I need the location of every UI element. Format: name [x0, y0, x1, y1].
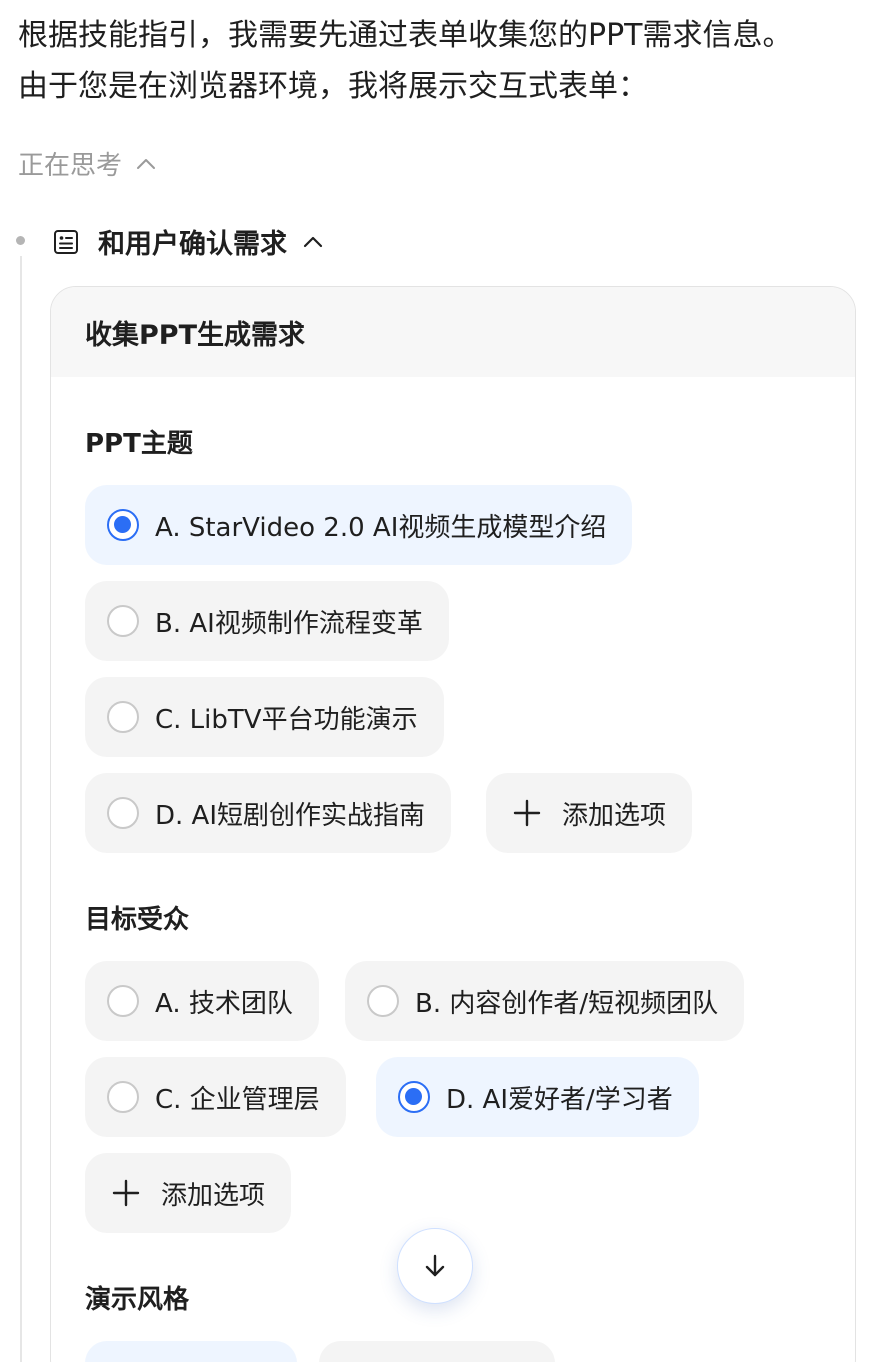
step-label: 和用户确认需求 [98, 229, 287, 260]
arrow-down-icon [425, 1254, 445, 1277]
radio-unselected[interactable] [107, 985, 139, 1017]
chevron-up-icon [303, 236, 323, 247]
step-header-toggle[interactable]: 和用户确认需求 [52, 222, 325, 261]
radio-selected[interactable] [107, 509, 139, 541]
radio-unselected[interactable] [107, 797, 139, 829]
style-option-partial[interactable] [85, 1341, 297, 1362]
thinking-label: 正在思考 [18, 151, 123, 181]
plus-icon [513, 799, 541, 827]
option-label: D. AI短剧创作实战指南 [155, 800, 426, 831]
section-title-style: 演示风格 [85, 1285, 190, 1315]
form-icon [54, 229, 78, 254]
radio-selected[interactable] [398, 1081, 430, 1113]
audience-option-a[interactable]: A. 技术团队 [85, 961, 319, 1041]
add-option-label: 添加选项 [562, 800, 667, 831]
requirements-form-card: 收集PPT生成需求 PPT主题 A. StarVideo 2.0 AI视频生成模… [50, 286, 856, 1362]
intro-text: 根据技能指引，我需要先通过表单收集您的PPT需求信息。由于您是在浏览器环境，我将… [18, 18, 793, 104]
option-label: B. AI视频制作流程变革 [155, 608, 423, 639]
option-label: C. 企业管理层 [155, 1084, 320, 1115]
plus-icon [112, 1179, 140, 1207]
topic-option-b[interactable]: B. AI视频制作流程变革 [85, 581, 449, 661]
topic-add-option-button[interactable]: 添加选项 [486, 773, 693, 853]
audience-option-b[interactable]: B. 内容创作者/短视频团队 [345, 961, 745, 1041]
topic-option-a[interactable]: A. StarVideo 2.0 AI视频生成模型介绍 [85, 485, 633, 565]
audience-option-c[interactable]: C. 企业管理层 [85, 1057, 346, 1137]
radio-unselected[interactable] [367, 985, 399, 1017]
topic-option-c[interactable]: C. LibTV平台功能演示 [85, 677, 444, 757]
thinking-toggle[interactable]: 正在思考 [18, 145, 158, 182]
style-option-partial[interactable] [319, 1341, 555, 1362]
option-label: A. StarVideo 2.0 AI视频生成模型介绍 [155, 512, 607, 543]
section-title-topic: PPT主题 [85, 429, 193, 459]
option-label: D. AI爱好者/学习者 [446, 1084, 673, 1115]
radio-unselected[interactable] [107, 1081, 139, 1113]
add-option-label: 添加选项 [161, 1180, 266, 1211]
audience-option-d[interactable]: D. AI爱好者/学习者 [376, 1057, 699, 1137]
timeline-line [20, 256, 22, 1362]
timeline-dot [16, 236, 25, 245]
radio-unselected[interactable] [107, 605, 139, 637]
option-label: A. 技术团队 [155, 988, 293, 1019]
radio-unselected[interactable] [107, 701, 139, 733]
option-label: B. 内容创作者/短视频团队 [415, 988, 719, 1019]
option-label: C. LibTV平台功能演示 [155, 704, 418, 735]
section-title-audience: 目标受众 [85, 905, 190, 935]
form-title: 收集PPT生成需求 [51, 287, 855, 377]
audience-add-option-button[interactable]: 添加选项 [85, 1153, 292, 1233]
chevron-up-icon [137, 158, 156, 169]
topic-option-d[interactable]: D. AI短剧创作实战指南 [85, 773, 452, 853]
scroll-to-bottom-button[interactable] [397, 1228, 473, 1304]
